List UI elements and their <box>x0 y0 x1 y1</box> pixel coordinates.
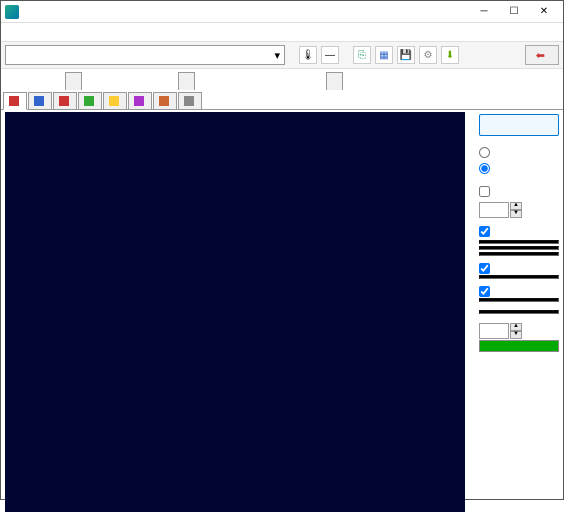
maximize-button[interactable]: ☐ <box>499 2 529 22</box>
monitor-icon <box>184 96 194 106</box>
minimize-button[interactable]: ─ <box>469 2 499 22</box>
close-button[interactable]: ✕ <box>529 2 559 22</box>
info-icon <box>34 96 44 106</box>
app-icon <box>5 5 19 19</box>
tab-extra[interactable] <box>326 72 343 90</box>
burst-value <box>479 298 559 302</box>
read-radio[interactable] <box>479 147 490 158</box>
passes-down-icon[interactable]: ▼ <box>510 331 522 339</box>
write-radio[interactable] <box>479 163 490 174</box>
spin-up-icon[interactable]: ▲ <box>510 202 522 210</box>
scan-icon <box>84 96 94 106</box>
options-icon[interactable]: ⚙ <box>419 46 437 64</box>
copy-icon[interactable]: ⎘ <box>353 46 371 64</box>
dash-icon[interactable]: — <box>321 46 339 64</box>
tab-filebench[interactable] <box>153 92 177 109</box>
bench-icon <box>9 96 19 106</box>
refresh-icon[interactable]: ⬇ <box>441 46 459 64</box>
transfer-check[interactable] <box>479 226 490 237</box>
exit-button[interactable]: ⬅ <box>525 45 559 65</box>
tab-random[interactable] <box>178 72 195 90</box>
save-icon[interactable]: 💾 <box>397 46 415 64</box>
access-check[interactable] <box>479 263 490 274</box>
tab-anm[interactable] <box>65 72 82 90</box>
short-stroke-check[interactable] <box>479 186 490 197</box>
y-axis <box>5 112 27 512</box>
chevron-down-icon: ▾ <box>274 49 280 62</box>
spin-down-icon[interactable]: ▼ <box>510 210 522 218</box>
tab-folder[interactable] <box>103 92 127 109</box>
erase-icon <box>134 96 144 106</box>
exit-icon: ⬅ <box>536 49 545 62</box>
tab-health[interactable] <box>53 92 77 109</box>
start-button[interactable] <box>479 114 559 136</box>
tab-monitor[interactable] <box>178 92 202 109</box>
cpu-value <box>479 310 559 314</box>
passes-up-icon[interactable]: ▲ <box>510 323 522 331</box>
short-value[interactable] <box>479 202 509 218</box>
tab-errorscan[interactable] <box>78 92 102 109</box>
drive-select[interactable]: ▾ <box>5 45 285 65</box>
tab-benchmark[interactable] <box>3 92 27 110</box>
passes-value[interactable] <box>479 323 509 339</box>
burst-check[interactable] <box>479 286 490 297</box>
screenshot-icon[interactable]: ▦ <box>375 46 393 64</box>
avg-value <box>479 252 559 256</box>
filebench-icon <box>159 96 169 106</box>
benchmark-chart <box>5 112 465 512</box>
folder-icon <box>109 96 119 106</box>
temp-icon[interactable]: 🌡 <box>299 46 317 64</box>
progress-bar <box>479 340 559 352</box>
access-value <box>479 275 559 279</box>
tab-info[interactable] <box>28 92 52 109</box>
health-icon <box>59 96 69 106</box>
tab-erase[interactable] <box>128 92 152 109</box>
